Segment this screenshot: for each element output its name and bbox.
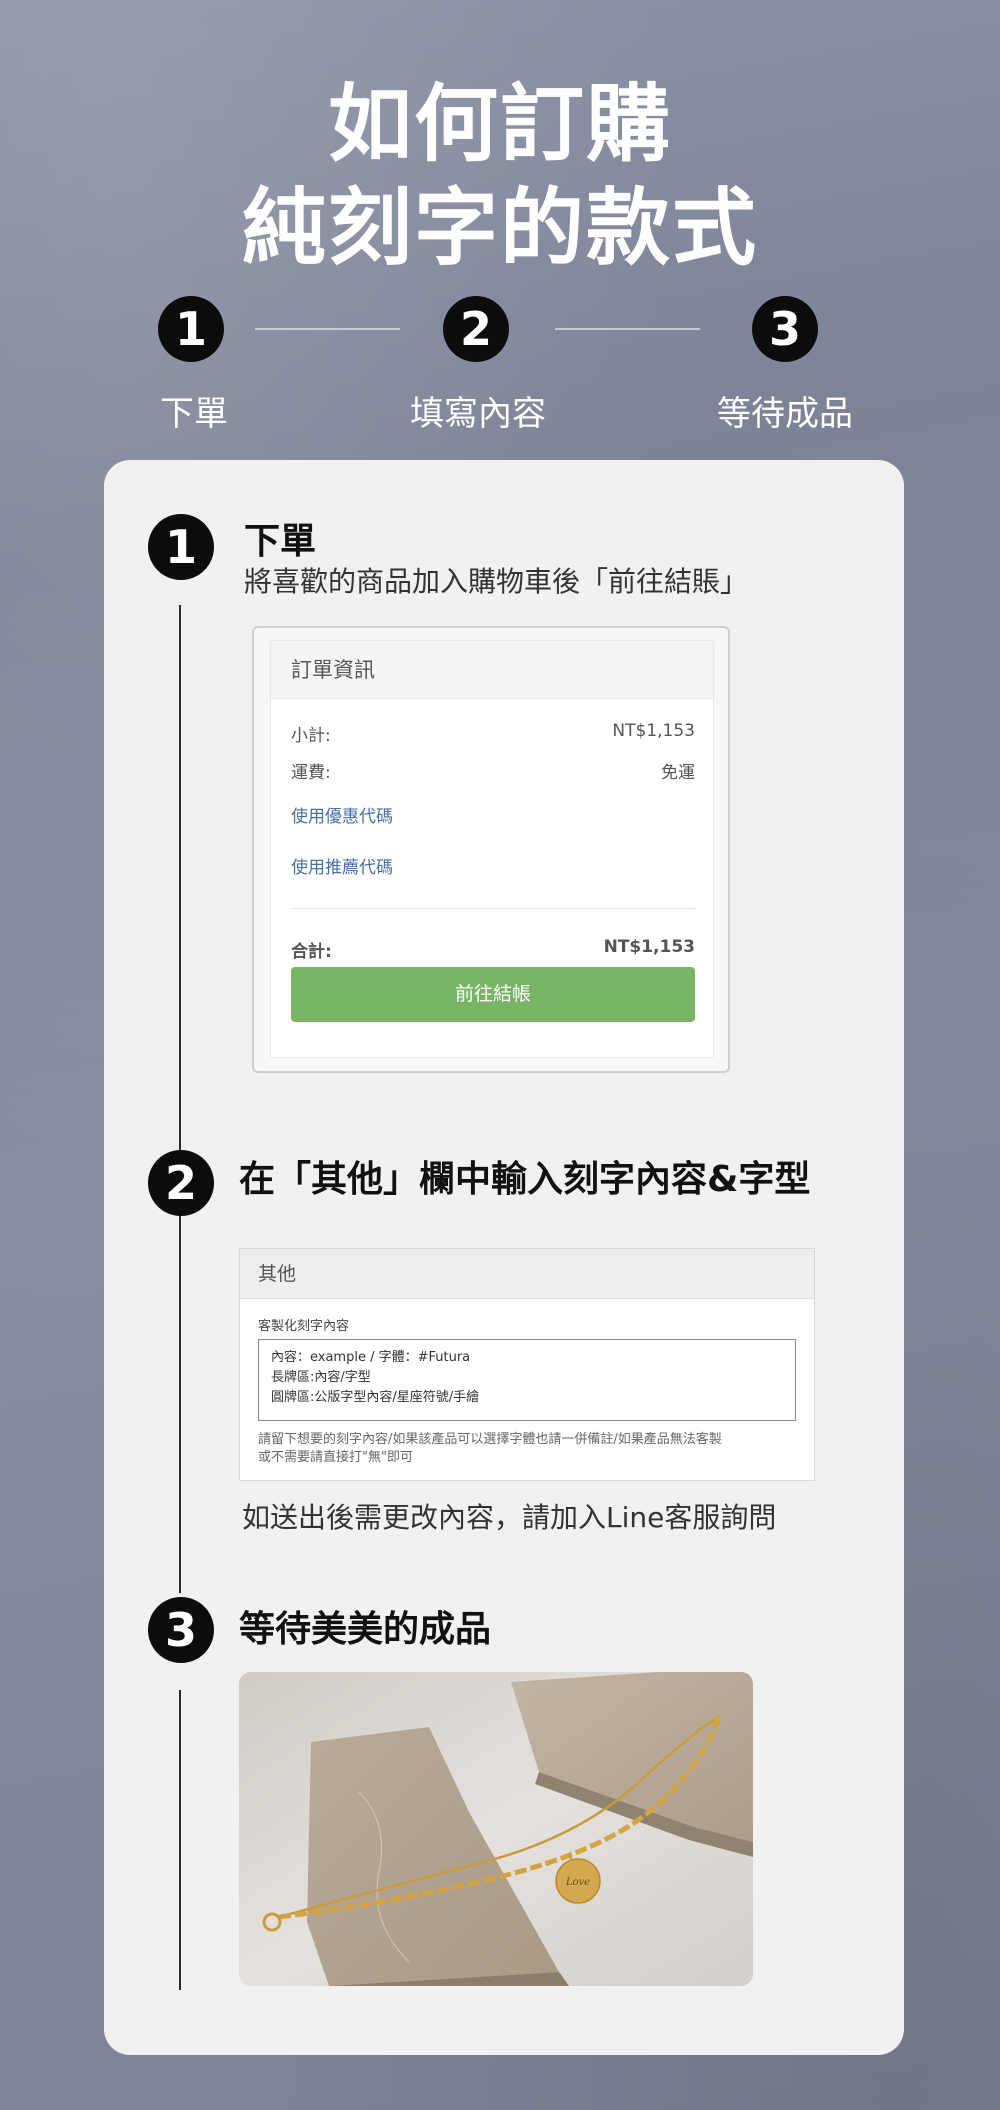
step-2-label: 填寫內容 [410, 394, 546, 434]
order-divider [291, 908, 695, 909]
step-2-badge: 2 [443, 296, 509, 362]
page-title: 如何訂購 純刻字的款式 [0, 72, 1000, 280]
section-3-badge: 3 [148, 1597, 214, 1663]
engraving-line-1: 內容：example / 字體：#Futura [271, 1350, 471, 1365]
coupon-code-link[interactable]: 使用優惠代碼 [291, 802, 393, 827]
timeline-line [179, 1690, 181, 1990]
checkout-button[interactable]: 前往結帳 [291, 967, 695, 1022]
pendant-engraving: Love [565, 1877, 590, 1888]
subtotal-label: 小計: [291, 726, 331, 746]
section-2-desc: 如送出後需更改內容，請加入Line客服詢問 [242, 1501, 777, 1534]
engraving-line-2: 長牌區:內容/字型 [271, 1370, 371, 1385]
timeline-line [179, 1247, 181, 1565]
section-1-title: 下單 [244, 521, 317, 562]
total-row: 合計: NT$1,153 [291, 937, 695, 962]
step-1-badge: 1 [158, 296, 224, 362]
step-3-label: 等待成品 [717, 394, 853, 434]
step-connector-2 [555, 328, 700, 330]
order-info-header: 訂單資訊 [271, 641, 713, 699]
subtotal-row: 小計: NT$1,153 [291, 721, 695, 746]
instruction-card: 1 下單 將喜歡的商品加入購物車後「前往結賬」 訂單資訊 小計: NT$1,15… [104, 460, 904, 2055]
shipping-value: 免運 [661, 763, 695, 783]
page-title-line1: 如何訂購 [327, 75, 672, 173]
section-1-desc: 將喜歡的商品加入購物車後「前往結賬」 [244, 565, 749, 598]
section-2-badge: 2 [148, 1150, 214, 1216]
order-info-inner: 訂單資訊 小計: NT$1,153 運費: 免運 使用優惠代碼 使用推薦代碼 合… [270, 640, 714, 1058]
section-2-title: 在「其他」欄中輸入刻字內容&字型 [239, 1159, 811, 1200]
engraving-hint: 請留下想要的刻字內容/如果該產品可以選擇字體也請一併備註/如果產品無法客製 或不… [258, 1431, 798, 1467]
product-photo: Love [239, 1672, 753, 1986]
section-3-title: 等待美美的成品 [239, 1609, 492, 1650]
total-label: 合計: [291, 942, 332, 962]
total-value: NT$1,153 [603, 937, 695, 957]
section-1-badge: 1 [148, 514, 214, 580]
bracelet-photo-illustration: Love [239, 1672, 753, 1986]
step-1-label: 下單 [160, 394, 228, 434]
other-panel-header: 其他 [240, 1249, 814, 1299]
step-3-badge: 3 [752, 296, 818, 362]
step-connector-1 [255, 328, 400, 330]
engraving-hint-line-2: 或不需要請直接打"無"即可 [258, 1450, 413, 1465]
other-panel: 其他 客製化刻字內容 內容：example / 字體：#Futura 長牌區:內… [239, 1248, 815, 1481]
subtotal-value: NT$1,153 [612, 721, 695, 741]
engraving-field-label: 客製化刻字內容 [258, 1319, 350, 1334]
order-info-panel: 訂單資訊 小計: NT$1,153 運費: 免運 使用優惠代碼 使用推薦代碼 合… [252, 626, 730, 1073]
page-title-line2: 純刻字的款式 [241, 179, 758, 277]
shipping-label: 運費: [291, 763, 331, 783]
engraving-textarea[interactable]: 內容：example / 字體：#Futura 長牌區:內容/字型 圓牌區:公版… [258, 1339, 796, 1421]
steps-overview: 1 2 3 下單 填寫內容 等待成品 [0, 296, 1000, 436]
engraving-line-3: 圓牌區:公版字型內容/星座符號/手繪 [271, 1390, 480, 1405]
referral-code-link[interactable]: 使用推薦代碼 [291, 853, 393, 878]
engraving-hint-line-1: 請留下想要的刻字內容/如果該產品可以選擇字體也請一併備註/如果產品無法客製 [258, 1432, 722, 1447]
shipping-row: 運費: 免運 [291, 758, 695, 783]
